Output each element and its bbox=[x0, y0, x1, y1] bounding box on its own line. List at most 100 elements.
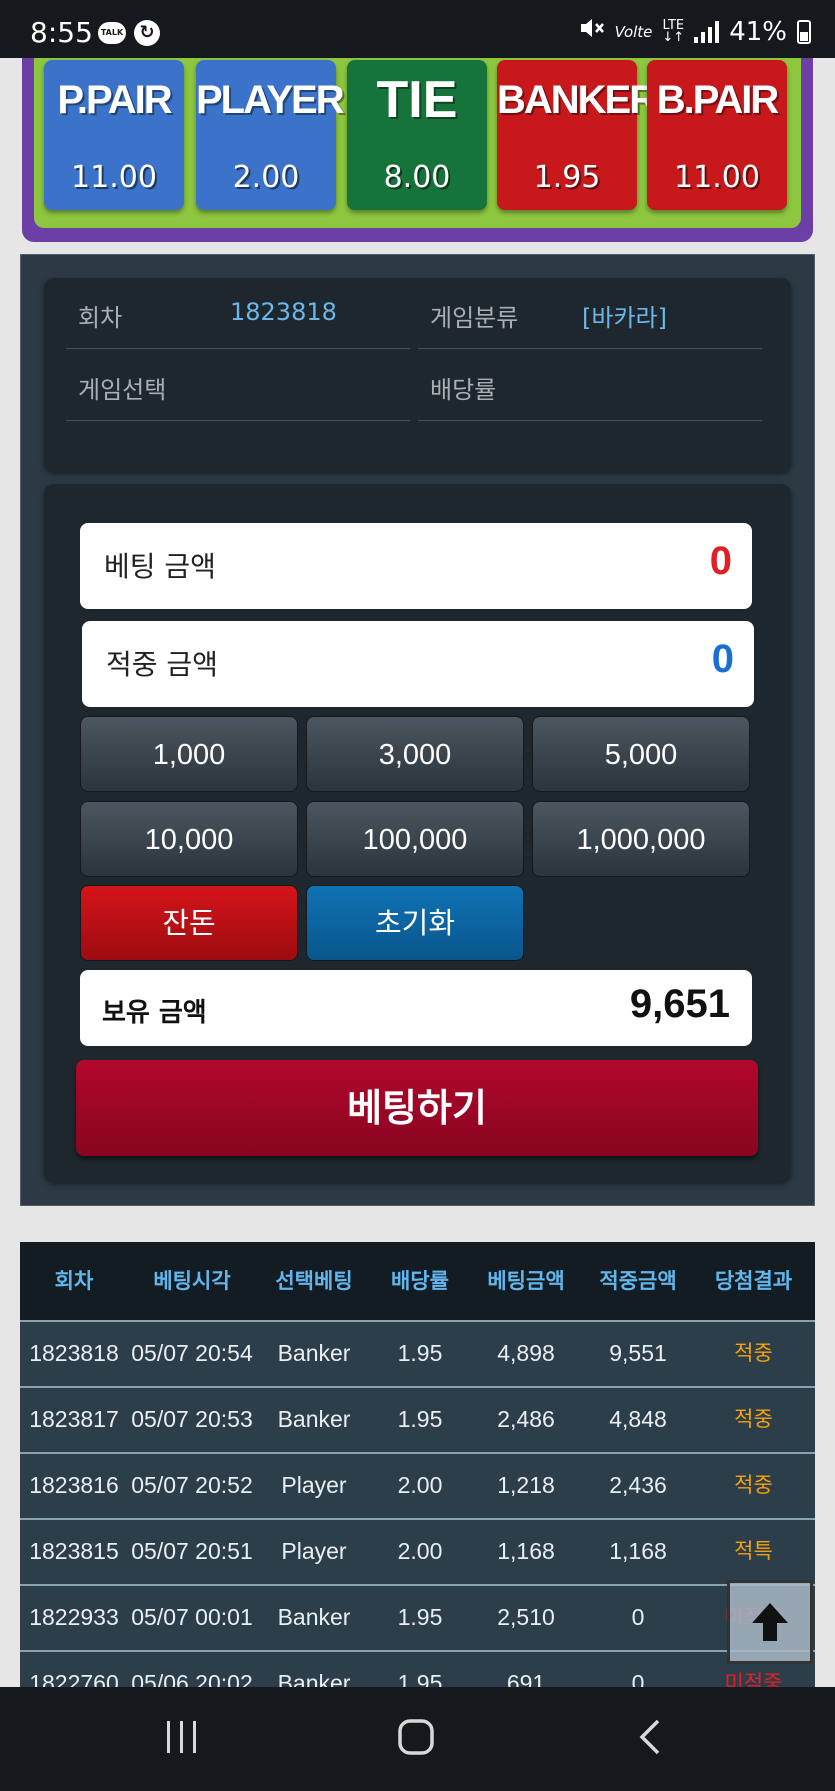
kakaotalk-icon: TALK bbox=[98, 22, 126, 44]
table-row[interactable]: 1823815 05/07 20:51 Player 2.00 1,168 1,… bbox=[20, 1518, 815, 1584]
round-cell: 회차 1823818 bbox=[66, 278, 410, 349]
arrow-up-icon bbox=[752, 1603, 788, 1641]
back-icon bbox=[639, 1719, 660, 1755]
choice-cell: Banker bbox=[277, 1604, 351, 1630]
bet-option-odds: 1.95 bbox=[533, 160, 601, 195]
round-cell: 1823815 bbox=[29, 1538, 119, 1564]
table-row[interactable]: 1822933 05/07 00:01 Banker 1.95 2,510 0 … bbox=[20, 1584, 815, 1650]
table-row[interactable]: 1823818 05/07 20:54 Banker 1.95 4,898 9,… bbox=[20, 1320, 815, 1386]
column-header: 적중금액 bbox=[599, 1269, 677, 1293]
bet-option-banker[interactable]: BANKER 1.95 bbox=[497, 60, 658, 210]
back-button[interactable] bbox=[634, 1717, 666, 1761]
home-icon bbox=[398, 1719, 434, 1755]
lte-icon: LTE ↓↑ bbox=[662, 17, 685, 45]
choice-cell: Banker bbox=[277, 1340, 351, 1366]
category-label: 게임분류 bbox=[430, 304, 519, 332]
win-amount-value: 0 bbox=[711, 637, 734, 681]
table-row[interactable]: 1823817 05/07 20:53 Banker 1.95 2,486 4,… bbox=[20, 1386, 815, 1452]
odds-cell: 1.95 bbox=[397, 1340, 443, 1366]
reset-button[interactable]: 초기화 bbox=[306, 885, 524, 961]
category-cell: 게임분류 [바카라] bbox=[418, 278, 762, 349]
round-value: 1823818 bbox=[230, 298, 337, 326]
bet-history-table: 회차 베팅시각 선택베팅 배당률 베팅금액 적중금액 당첨결과 1823818 … bbox=[20, 1242, 815, 1716]
bet-option-name: TIE bbox=[376, 71, 458, 129]
system-nav-bar bbox=[0, 1687, 835, 1791]
selection-label: 게임선택 bbox=[78, 376, 167, 404]
status-icons: Volte LTE ↓↑ 41% bbox=[579, 16, 811, 47]
category-value: [바카라] bbox=[582, 304, 667, 332]
round-cell: 1823816 bbox=[29, 1472, 119, 1498]
round-cell: 1822933 bbox=[29, 1604, 119, 1630]
bet-amount-cell: 2,486 bbox=[497, 1406, 555, 1432]
time-cell: 05/07 00:01 bbox=[131, 1604, 253, 1630]
home-button[interactable] bbox=[396, 1717, 436, 1761]
bet-amount-label: 베팅 금액 bbox=[104, 550, 216, 583]
chip-button-1000000[interactable]: 1,000,000 bbox=[532, 801, 750, 877]
chip-button-10000[interactable]: 10,000 bbox=[80, 801, 298, 877]
result-cell: 적특 bbox=[734, 1539, 773, 1563]
column-header: 당첨결과 bbox=[714, 1269, 793, 1293]
bet-option-name: BANKER bbox=[497, 78, 658, 122]
place-bet-button[interactable]: 베팅하기 bbox=[76, 1060, 758, 1156]
status-bar: 8:55 TALK ↻ Volte LTE ↓↑ 41% bbox=[0, 0, 835, 58]
bet-option-odds: 2.00 bbox=[232, 160, 300, 195]
win-amount-cell: 9,551 bbox=[609, 1340, 667, 1366]
bet-amount-cell: 1,218 bbox=[497, 1472, 555, 1498]
time-cell: 05/07 20:52 bbox=[131, 1472, 253, 1498]
change-button[interactable]: 잔돈 bbox=[80, 885, 298, 961]
scroll-to-top-button[interactable] bbox=[727, 1580, 813, 1664]
chip-button-1000[interactable]: 1,000 bbox=[80, 716, 298, 792]
bet-amount-field[interactable]: 베팅 금액 0 bbox=[80, 523, 752, 609]
bet-option-odds: 11.00 bbox=[674, 160, 760, 195]
balance-field: 보유 금액 9,651 bbox=[80, 970, 752, 1046]
bet-amount-cell: 1,168 bbox=[497, 1538, 555, 1564]
chip-button-5000[interactable]: 5,000 bbox=[532, 716, 750, 792]
win-amount-label: 적중 금액 bbox=[106, 648, 218, 681]
bet-option-player[interactable]: PLAYER 2.00 bbox=[196, 60, 345, 210]
win-amount-cell: 1,168 bbox=[609, 1538, 667, 1564]
time-cell: 05/07 20:54 bbox=[131, 1340, 253, 1366]
round-cell: 1823817 bbox=[29, 1406, 119, 1432]
bet-option-odds: 8.00 bbox=[383, 160, 451, 195]
win-amount-cell: 0 bbox=[631, 1604, 645, 1630]
bet-option-b-pair[interactable]: B.PAIR 11.00 bbox=[647, 60, 787, 210]
round-label: 회차 bbox=[78, 304, 123, 332]
odds-cell: 2.00 bbox=[397, 1538, 443, 1564]
result-cell: 적중 bbox=[734, 1341, 773, 1365]
bet-option-name: P.PAIR bbox=[57, 78, 172, 122]
game-info-card: 회차 1823818 게임분류 [바카라] 게임선택 배당률 bbox=[44, 278, 791, 472]
choice-cell: Player bbox=[281, 1538, 347, 1564]
bet-amount-value: 0 bbox=[709, 539, 732, 583]
recent-apps-icon bbox=[167, 1721, 196, 1753]
table-row[interactable]: 1823816 05/07 20:52 Player 2.00 1,218 2,… bbox=[20, 1452, 815, 1518]
chip-button-100000[interactable]: 100,000 bbox=[306, 801, 524, 877]
odds-cell: 2.00 bbox=[397, 1472, 443, 1498]
odds-cell: 배당률 bbox=[418, 350, 762, 421]
battery-level: 41% bbox=[729, 16, 787, 47]
time-cell: 05/07 20:51 bbox=[131, 1538, 253, 1564]
table-header: 회차 베팅시각 선택베팅 배당률 베팅금액 적중금액 당첨결과 bbox=[20, 1242, 815, 1320]
column-header: 선택베팅 bbox=[275, 1269, 353, 1293]
choice-cell: Banker bbox=[277, 1406, 351, 1432]
recent-apps-button[interactable] bbox=[164, 1717, 200, 1761]
bet-option-odds: 11.00 bbox=[71, 160, 157, 195]
chip-button-3000[interactable]: 3,000 bbox=[306, 716, 524, 792]
column-header: 회차 bbox=[54, 1269, 94, 1293]
battery-icon bbox=[797, 19, 811, 44]
bet-option-tie[interactable]: TIE 8.00 bbox=[347, 60, 487, 210]
odds-cell: 1.95 bbox=[397, 1406, 443, 1432]
odds-cell: 1.95 bbox=[397, 1604, 443, 1630]
win-amount-cell: 4,848 bbox=[609, 1406, 667, 1432]
bet-option-p-pair[interactable]: P.PAIR 11.00 bbox=[44, 60, 184, 210]
result-cell: 적중 bbox=[734, 1407, 773, 1431]
signal-icon bbox=[694, 20, 720, 43]
status-time: 8:55 bbox=[30, 16, 93, 49]
time-cell: 05/07 20:53 bbox=[131, 1406, 253, 1432]
bet-option-name: B.PAIR bbox=[656, 78, 780, 122]
column-header: 배당률 bbox=[391, 1269, 449, 1293]
win-amount-cell: 2,436 bbox=[609, 1472, 667, 1498]
mute-icon bbox=[579, 16, 605, 47]
sync-icon: ↻ bbox=[134, 20, 160, 46]
round-cell: 1823818 bbox=[29, 1340, 119, 1366]
balance-label: 보유 금액 bbox=[102, 998, 207, 1028]
